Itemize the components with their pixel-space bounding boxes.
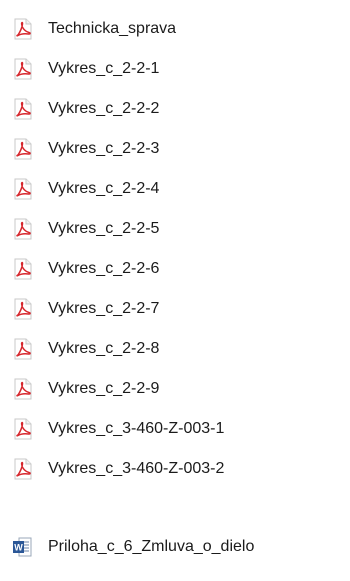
svg-text:W: W — [14, 543, 23, 553]
file-item-vykres-2-2-2[interactable]: Vykres_c_2-2-2 — [12, 95, 159, 123]
pdf-icon — [12, 458, 34, 480]
file-item-vykres-2-2-1[interactable]: Vykres_c_2-2-1 — [12, 55, 159, 83]
file-name: Vykres_c_2-2-3 — [48, 140, 160, 157]
file-name: Vykres_c_2-2-2 — [48, 100, 160, 117]
pdf-icon — [12, 98, 34, 120]
pdf-icon — [12, 138, 34, 160]
file-item-vykres-2-2-9[interactable]: Vykres_c_2-2-9 — [12, 375, 159, 403]
file-item-vykres-2-2-3[interactable]: Vykres_c_2-2-3 — [12, 135, 159, 163]
file-name: Vykres_c_2-2-6 — [48, 260, 160, 277]
file-name: Priloha_c_6_Zmluva_o_dielo — [48, 538, 255, 555]
file-item-priloha-c-6-zmluva-o-dielo[interactable]: W Priloha_c_6_Zmluva_o_dielo — [12, 533, 254, 561]
file-item-vykres-2-2-8[interactable]: Vykres_c_2-2-8 — [12, 335, 159, 363]
file-item-vykres-3-460-z-003-1[interactable]: Vykres_c_3-460-Z-003-1 — [12, 415, 224, 443]
file-list: Technicka_sprava Vykres_c_2-2-1 Vykres_c… — [0, 0, 350, 581]
pdf-icon — [12, 18, 34, 40]
word-document-icon: W — [12, 536, 34, 558]
file-item-vykres-3-460-z-003-2[interactable]: Vykres_c_3-460-Z-003-2 — [12, 455, 224, 483]
file-name: Vykres_c_3-460-Z-003-1 — [48, 420, 225, 437]
file-name: Vykres_c_2-2-9 — [48, 380, 160, 397]
file-item-vykres-2-2-4[interactable]: Vykres_c_2-2-4 — [12, 175, 159, 203]
file-name: Vykres_c_2-2-8 — [48, 340, 160, 357]
pdf-icon — [12, 258, 34, 280]
file-item-vykres-2-2-7[interactable]: Vykres_c_2-2-7 — [12, 295, 159, 323]
file-item-technicka-sprava[interactable]: Technicka_sprava — [12, 15, 176, 43]
file-name: Vykres_c_2-2-7 — [48, 300, 160, 317]
pdf-icon — [12, 378, 34, 400]
file-name: Technicka_sprava — [48, 20, 177, 37]
pdf-icon — [12, 218, 34, 240]
pdf-icon — [12, 58, 34, 80]
pdf-icon — [12, 338, 34, 360]
pdf-icon — [12, 298, 34, 320]
file-name: Vykres_c_2-2-1 — [48, 60, 160, 77]
file-item-vykres-2-2-6[interactable]: Vykres_c_2-2-6 — [12, 255, 159, 283]
file-name: Vykres_c_2-2-5 — [48, 220, 160, 237]
file-item-vykres-2-2-5[interactable]: Vykres_c_2-2-5 — [12, 215, 159, 243]
pdf-icon — [12, 418, 34, 440]
pdf-icon — [12, 178, 34, 200]
file-name: Vykres_c_3-460-Z-003-2 — [48, 460, 225, 477]
file-name: Vykres_c_2-2-4 — [48, 180, 160, 197]
